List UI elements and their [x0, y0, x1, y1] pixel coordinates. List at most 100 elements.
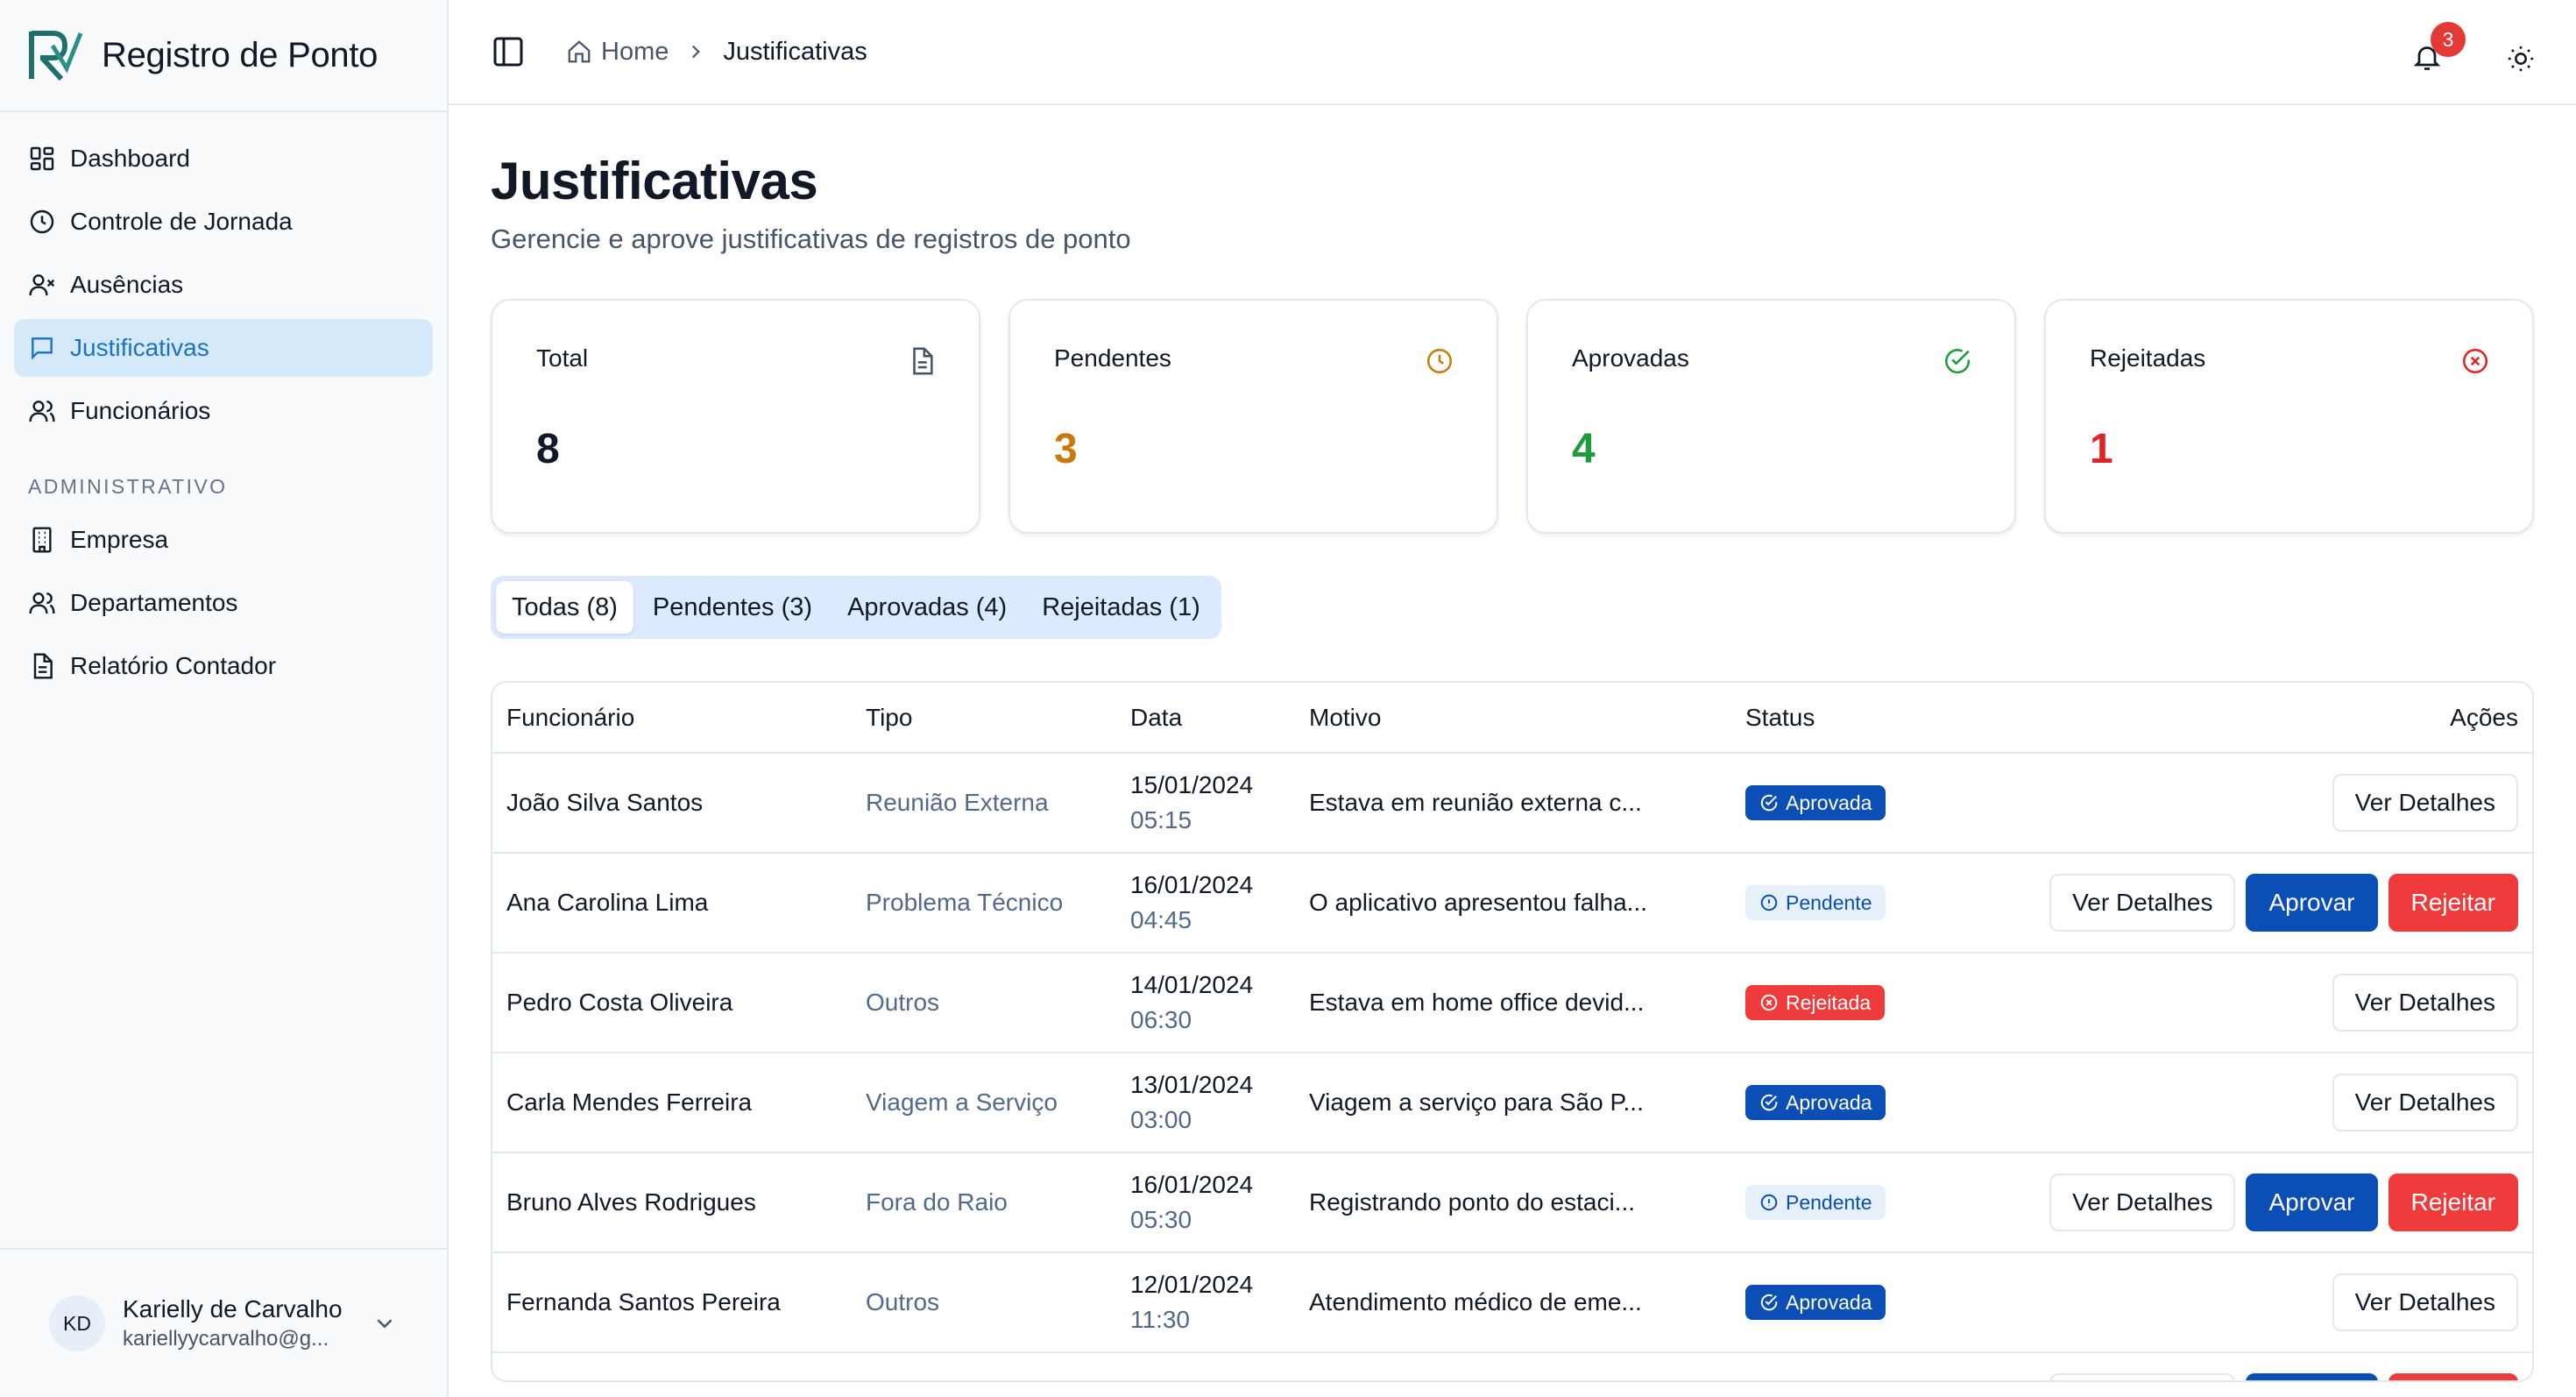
cell-motivo: O aplicativo apresentou falha... [1295, 853, 1731, 954]
stat-card-total: Total 8 [491, 299, 980, 534]
clock-icon [1426, 348, 1453, 374]
stat-value: 4 [1572, 426, 1596, 472]
cell-status: Pendente [1731, 853, 2003, 954]
stat-value: 1 [2090, 426, 2113, 472]
details-button[interactable]: Ver Detalhes [2049, 874, 2236, 932]
status-label: Aprovada [1786, 1090, 1872, 1114]
page-title: Justificativas [491, 152, 818, 210]
users-icon [29, 401, 55, 422]
user-menu[interactable]: KD Karielly de Carvalho kariellyycarvalh… [0, 1248, 447, 1397]
notifications-button[interactable]: 3 [2411, 22, 2466, 70]
reject-button[interactable]: Rejeitar [2388, 874, 2518, 932]
main-content: Justificativas Gerencie e aprove justifi… [491, 105, 2534, 1382]
cell-data: 16/01/2024 04:45 [1116, 853, 1295, 954]
details-button[interactable]: Ver Detalhes [2332, 1273, 2518, 1331]
stat-card-pendentes: Pendentes 3 [1008, 299, 1498, 534]
cell-motivo: Estava em home office devid... [1295, 953, 1731, 1053]
cell-motivo: Atendimento médico de eme... [1295, 1252, 1731, 1353]
topbar: Home Justificativas 3 [449, 0, 2576, 105]
stat-label: Pendentes [1054, 344, 1171, 372]
filter-tabs: Todas (8) Pendentes (3) Aprovadas (4) Re… [491, 576, 1221, 639]
stat-card-aprovadas: Aprovadas 4 [1526, 299, 2016, 534]
sidebar-item-label: Funcionários [70, 397, 211, 424]
stat-label: Rejeitadas [2090, 344, 2206, 372]
sidebar-item-departamentos[interactable]: Departamentos [14, 574, 433, 632]
sidebar-item-ausencias[interactable]: Ausências [14, 256, 433, 314]
logo-icon [29, 31, 83, 82]
building-icon [32, 527, 52, 553]
sidebar-section-label: ADMINISTRATIVO [28, 475, 228, 498]
table-row: Ana Carolina Lima Problema Técnico 16/01/2… [492, 853, 2532, 954]
sidebar-toggle-icon[interactable] [491, 34, 526, 69]
app-name: Registro de Ponto [102, 35, 379, 74]
sidebar-item-controle-de-jornada[interactable]: Controle de Jornada [14, 193, 433, 251]
cell-funcionario: Carla Mendes Ferreira [492, 1053, 852, 1153]
tab-pendentes[interactable]: Pendentes (3) [637, 581, 828, 634]
check-circle-icon [1760, 1294, 1778, 1311]
cell-tipo: Outros [852, 953, 1116, 1053]
sidebar-item-dashboard[interactable]: Dashboard [14, 130, 433, 188]
breadcrumb-home[interactable]: Home [566, 38, 669, 67]
details-button[interactable]: Ver Detalhes [2332, 774, 2518, 832]
stat-label: Total [536, 344, 589, 372]
sidebar-item-justificativas[interactable]: Justificativas [14, 319, 433, 377]
tab-aprovadas[interactable]: Aprovadas (4) [832, 581, 1023, 634]
details-button[interactable]: Ver Detalhes [2049, 1373, 2236, 1380]
details-button[interactable]: Ver Detalhes [2332, 974, 2518, 1032]
sidebar-item-label: Justificativas [70, 334, 209, 361]
cell-data: 13/01/2024 03:00 [1116, 1053, 1295, 1153]
stat-label: Aprovadas [1572, 344, 1689, 372]
sidebar-nav: Dashboard Controle de Jornada Ausências … [0, 112, 447, 695]
table-row: Carla Mendes Ferreira Viagem a Serviço 13/… [492, 1053, 2532, 1153]
reject-button[interactable]: Rejeitar [2388, 1174, 2518, 1231]
cell-tipo: Fora do Raio [852, 1152, 1116, 1253]
details-button[interactable]: Ver Detalhes [2049, 1174, 2236, 1231]
sun-icon[interactable] [2506, 44, 2536, 74]
cell-status: Aprovada [1731, 1252, 2003, 1353]
approve-button[interactable]: Aprovar [2246, 1373, 2378, 1380]
column-header: Funcionário [492, 683, 852, 754]
cell-time: 05:15 [1130, 806, 1192, 833]
cell-funcionario: Bruno Alves Rodrigues [492, 1152, 852, 1253]
column-header: Ações [2003, 683, 2532, 754]
sidebar-item-label: Controle de Jornada [70, 208, 293, 235]
cell-date: 16/01/2024 [1130, 1171, 1254, 1198]
cell-tipo: Reunião Externa [852, 753, 1116, 854]
cell-tipo: Viagem a Serviço [852, 1053, 1116, 1153]
status-badge: Rejeitada [1745, 985, 1886, 1020]
cell-funcionario: Pedro Costa Oliveira [492, 953, 852, 1053]
cell-status: Rejeitada [1731, 953, 2003, 1053]
cell-actions: Ver Detalhes [2003, 1252, 2532, 1353]
message-square-icon [32, 337, 53, 360]
tab-todas[interactable]: Todas (8) [496, 581, 633, 634]
chevron-right-icon [692, 45, 701, 59]
stats-cards: Total 8 Pendentes 3 Aprovadas 4 Rejeitad… [491, 299, 2534, 534]
clock-icon [30, 209, 54, 234]
cell-time: 11:30 [1130, 1306, 1190, 1333]
info-circle-icon [1760, 1194, 1778, 1211]
details-button[interactable]: Ver Detalhes [2332, 1074, 2518, 1131]
check-circle-icon [1945, 349, 1971, 374]
cell-status: Pendente [1731, 1352, 2003, 1380]
x-circle-icon [2462, 348, 2488, 374]
sidebar-item-label: Ausências [70, 271, 184, 298]
brand[interactable]: Registro de Ponto [0, 0, 447, 112]
reject-button[interactable]: Rejeitar [2388, 1373, 2518, 1380]
breadcrumb-home-label: Home [601, 37, 669, 66]
sidebar-item-funcionarios[interactable]: Funcionários [14, 382, 433, 440]
cell-funcionario: Ana Carolina Lima [492, 853, 852, 954]
table-row: Bruno Alves Rodrigues Fora do Raio 16/01/2… [492, 1152, 2532, 1253]
tab-rejeitadas[interactable]: Rejeitadas (1) [1026, 581, 1216, 634]
status-badge: Aprovada [1745, 785, 1886, 820]
chevron-down-icon[interactable] [372, 1310, 398, 1337]
cell-time: 05:30 [1130, 1206, 1192, 1233]
approve-button[interactable]: Aprovar [2246, 1174, 2378, 1231]
sidebar-item-relatorio-contador[interactable]: Relatório Contador [14, 637, 433, 695]
status-badge: Aprovada [1745, 1085, 1886, 1120]
approve-button[interactable]: Aprovar [2246, 874, 2378, 932]
sidebar-item-empresa[interactable]: Empresa [14, 511, 433, 569]
user-name: Karielly de Carvalho [123, 1295, 343, 1323]
cell-data: 12/01/2024 11:30 [1116, 1252, 1295, 1353]
sidebar-item-label: Departamentos [70, 589, 238, 616]
notification-badge: 3 [2431, 22, 2466, 57]
